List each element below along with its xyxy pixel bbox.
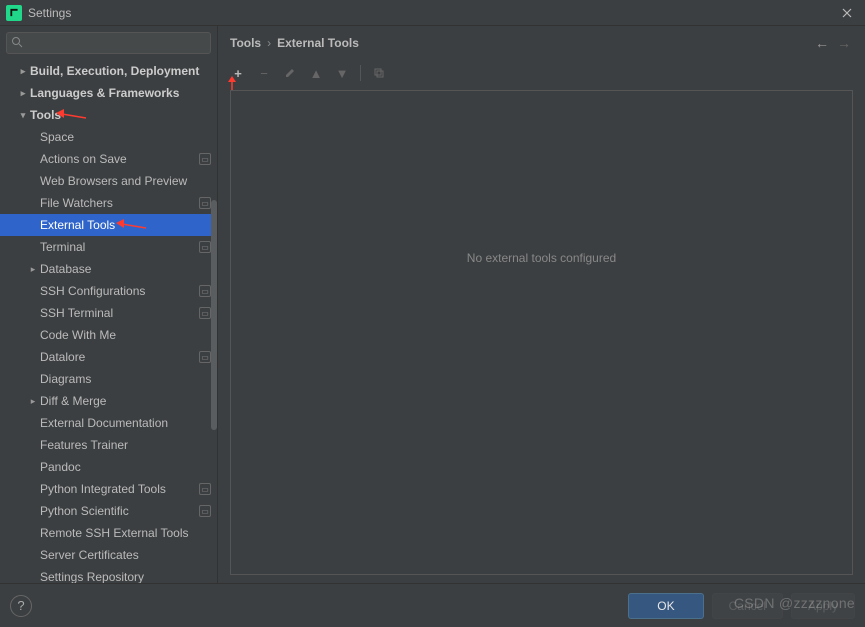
separator (360, 65, 361, 81)
tree-item-terminal[interactable]: Terminal ▭ (0, 236, 217, 258)
tree-item-label: Remote SSH External Tools (40, 526, 189, 540)
tree-item-label: External Documentation (40, 416, 168, 430)
app-icon (6, 5, 22, 21)
project-scope-icon: ▭ (199, 351, 211, 363)
move-down-button[interactable]: ▼ (334, 65, 350, 81)
close-icon[interactable] (835, 1, 859, 25)
tree-item-label: Python Scientific (40, 504, 129, 518)
tree-item-label: Datalore (40, 350, 85, 364)
chevron-right-icon[interactable]: ▸ (28, 264, 38, 275)
tree-item-label: Settings Repository (40, 570, 144, 583)
settings-tree: ▸Build, Execution, Deployment▸Languages … (0, 60, 217, 583)
remove-button[interactable]: − (256, 65, 272, 81)
chevron-right-icon[interactable]: ▸ (18, 88, 28, 99)
search-icon (11, 36, 25, 50)
annotation-arrow (116, 218, 146, 232)
watermark: CSDN @zzzznone (734, 595, 855, 611)
search-field[interactable] (27, 36, 206, 50)
tree-item-label: Tools (30, 108, 61, 122)
ok-button[interactable]: OK (628, 593, 703, 619)
tree-item-label: External Tools (40, 218, 115, 232)
tree-item-actions-on-save[interactable]: Actions on Save ▭ (0, 148, 217, 170)
scrollbar-thumb[interactable] (211, 200, 217, 430)
tree-item-label: Python Integrated Tools (40, 482, 166, 496)
breadcrumb-separator-icon: › (267, 36, 271, 50)
tree-item-build-execution-deployment[interactable]: ▸Build, Execution, Deployment (0, 60, 217, 82)
tree-item-label: Code With Me (40, 328, 116, 342)
project-scope-icon: ▭ (199, 307, 211, 319)
tree-item-languages-frameworks[interactable]: ▸Languages & Frameworks (0, 82, 217, 104)
tree-item-label: Diff & Merge (40, 394, 106, 408)
chevron-right-icon[interactable]: ▸ (28, 396, 38, 407)
tree-item-label: SSH Configurations (40, 284, 145, 298)
tree-item-label: File Watchers (40, 196, 113, 210)
tree-item-tools[interactable]: ▾Tools (0, 104, 217, 126)
main-pane: Tools › External Tools ← → + − ▲ ▼ (218, 26, 865, 583)
add-button[interactable]: + (230, 65, 246, 81)
tree-item-settings-repository[interactable]: Settings Repository (0, 566, 217, 583)
nav-back-icon[interactable]: ← (813, 34, 831, 52)
tree-item-ssh-configurations[interactable]: SSH Configurations ▭ (0, 280, 217, 302)
tree-item-label: Web Browsers and Preview (40, 174, 187, 188)
window-title: Settings (28, 6, 71, 20)
project-scope-icon: ▭ (199, 197, 211, 209)
tree-item-label: Terminal (40, 240, 85, 254)
nav-forward-icon[interactable]: → (835, 34, 853, 52)
tree-item-label: SSH Terminal (40, 306, 113, 320)
tree-item-diagrams[interactable]: Diagrams (0, 368, 217, 390)
tree-item-features-trainer[interactable]: Features Trainer (0, 434, 217, 456)
tree-item-remote-ssh-external-tools[interactable]: Remote SSH External Tools (0, 522, 217, 544)
tree-item-label: Actions on Save (40, 152, 127, 166)
breadcrumb-root[interactable]: Tools (230, 36, 261, 50)
tree-item-ssh-terminal[interactable]: SSH Terminal ▭ (0, 302, 217, 324)
tree-item-label: Build, Execution, Deployment (30, 64, 199, 78)
toolbar: + − ▲ ▼ (222, 60, 861, 86)
chevron-right-icon[interactable]: ▸ (18, 66, 28, 77)
tree-item-label: Server Certificates (40, 548, 139, 562)
tree-item-label: Pandoc (40, 460, 81, 474)
tree-item-file-watchers[interactable]: File Watchers ▭ (0, 192, 217, 214)
breadcrumb-current: External Tools (277, 36, 359, 50)
empty-message: No external tools configured (467, 251, 616, 265)
titlebar: Settings (0, 0, 865, 26)
tree-item-code-with-me[interactable]: Code With Me (0, 324, 217, 346)
tree-item-label: Database (40, 262, 91, 276)
tree-item-external-tools[interactable]: External Tools (0, 214, 217, 236)
tree-item-diff-merge[interactable]: ▸Diff & Merge (0, 390, 217, 412)
project-scope-icon: ▭ (199, 285, 211, 297)
edit-button[interactable] (282, 65, 298, 81)
search-input[interactable] (6, 32, 211, 54)
move-up-button[interactable]: ▲ (308, 65, 324, 81)
project-scope-icon: ▭ (199, 241, 211, 253)
tree-item-external-documentation[interactable]: External Documentation (0, 412, 217, 434)
project-scope-icon: ▭ (199, 153, 211, 165)
project-scope-icon: ▭ (199, 483, 211, 495)
copy-button[interactable] (371, 65, 387, 81)
sidebar: ▸Build, Execution, Deployment▸Languages … (0, 26, 218, 583)
help-button[interactable]: ? (10, 595, 32, 617)
chevron-down-icon[interactable]: ▾ (18, 110, 28, 121)
tree-item-python-scientific[interactable]: Python Scientific ▭ (0, 500, 217, 522)
tree-item-label: Languages & Frameworks (30, 86, 179, 100)
tree-item-pandoc[interactable]: Pandoc (0, 456, 217, 478)
tools-list: No external tools configured (230, 90, 853, 575)
tree-item-web-browsers-and-preview[interactable]: Web Browsers and Preview (0, 170, 217, 192)
tree-item-python-integrated-tools[interactable]: Python Integrated Tools ▭ (0, 478, 217, 500)
tree-item-space[interactable]: Space (0, 126, 217, 148)
tree-item-label: Space (40, 130, 74, 144)
tree-item-server-certificates[interactable]: Server Certificates (0, 544, 217, 566)
tree-item-datalore[interactable]: Datalore ▭ (0, 346, 217, 368)
tree-item-label: Features Trainer (40, 438, 128, 452)
tree-item-label: Diagrams (40, 372, 91, 386)
tree-item-database[interactable]: ▸Database (0, 258, 217, 280)
project-scope-icon: ▭ (199, 505, 211, 517)
